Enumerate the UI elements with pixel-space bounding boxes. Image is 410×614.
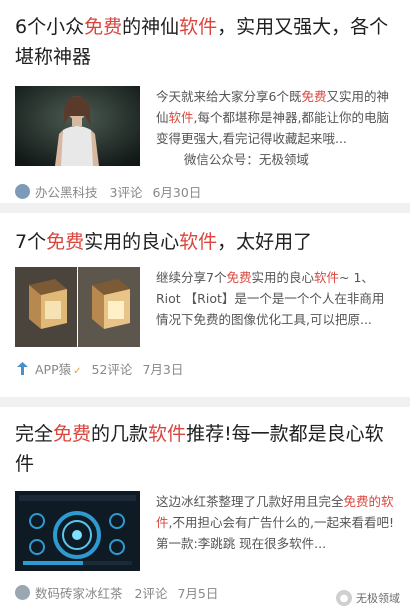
source-name[interactable]: APP猿 ✓ xyxy=(35,359,82,378)
article-meta: 办公黑科技 3评论 6月30日 xyxy=(15,182,395,201)
keyword-highlight: 免费 xyxy=(46,231,85,253)
keyword-highlight: 免费 xyxy=(84,16,123,38)
article-thumbnail[interactable] xyxy=(15,491,140,571)
portrait-photo-icon xyxy=(15,86,140,166)
article-title[interactable]: 完全免费的几款软件推荐!每一款都是良心软件 xyxy=(15,419,395,479)
article-summary: 继续分享7个免费实用的良心软件~ 1、Riot 【Riot】是一个是一个个人在非… xyxy=(156,270,385,327)
article-title[interactable]: 7个免费实用的良心软件，太好用了 xyxy=(15,227,395,257)
divider xyxy=(0,203,410,213)
verified-badge-icon: ✓ xyxy=(73,366,82,377)
article-card[interactable]: 完全免费的几款软件推荐!每一款都是良心软件 这边冰红茶整理了几款好用且完全免费的… xyxy=(0,407,410,614)
dashboard-ui-icon xyxy=(15,491,140,571)
keyword-highlight: 软件 xyxy=(179,16,218,38)
lantern-compare-icon xyxy=(15,267,140,347)
article-meta: APP猿 ✓ 52评论 7月3日 xyxy=(15,359,395,378)
article-title[interactable]: 6个小众免费的神仙软件，实用又强大，各个堪称神器 xyxy=(15,12,395,72)
article-card[interactable]: 7个免费实用的良心软件，太好用了 继续分享7个免费实用的良心软件~ 1、Riot… xyxy=(0,213,410,397)
app-ape-logo-icon[interactable] xyxy=(15,361,30,376)
keyword-highlight: 软件 xyxy=(148,423,187,445)
publish-date: 7月5日 xyxy=(177,586,219,601)
comment-count[interactable]: 2评论 xyxy=(135,583,168,602)
divider xyxy=(0,397,410,407)
source-name[interactable]: 数码砖家冰红茶 xyxy=(35,583,123,602)
keyword-highlight: 免费 xyxy=(53,423,92,445)
article-thumbnail[interactable] xyxy=(15,86,140,166)
article-summary: 这边冰红茶整理了几款好用且完全免费的软件,不用担心会有广告什么的,一起来看看吧!… xyxy=(156,494,394,551)
keyword-highlight: 软件 xyxy=(179,231,218,253)
watermark: ● 无极领域 xyxy=(336,590,400,606)
publish-date: 7月3日 xyxy=(142,362,184,377)
article-summary: 今天就来给大家分享6个既免费又实用的神仙软件,每个都堪称是神器,都能让你的电脑变… xyxy=(156,89,389,167)
comment-count[interactable]: 52评论 xyxy=(92,359,133,378)
office-tech-avatar-icon[interactable] xyxy=(15,184,30,199)
wechat-account-icon: ● xyxy=(336,590,352,606)
article-card[interactable]: 6个小众免费的神仙软件，实用又强大，各个堪称神器 今天就来给大家分享6个既免费又… xyxy=(0,0,410,203)
source-name[interactable]: 办公黑科技 xyxy=(35,182,98,201)
article-thumbnail[interactable] xyxy=(15,267,140,347)
digital-expert-avatar-icon[interactable] xyxy=(15,585,30,600)
comment-count[interactable]: 3评论 xyxy=(110,182,143,201)
publish-date: 6月30日 xyxy=(152,185,202,200)
